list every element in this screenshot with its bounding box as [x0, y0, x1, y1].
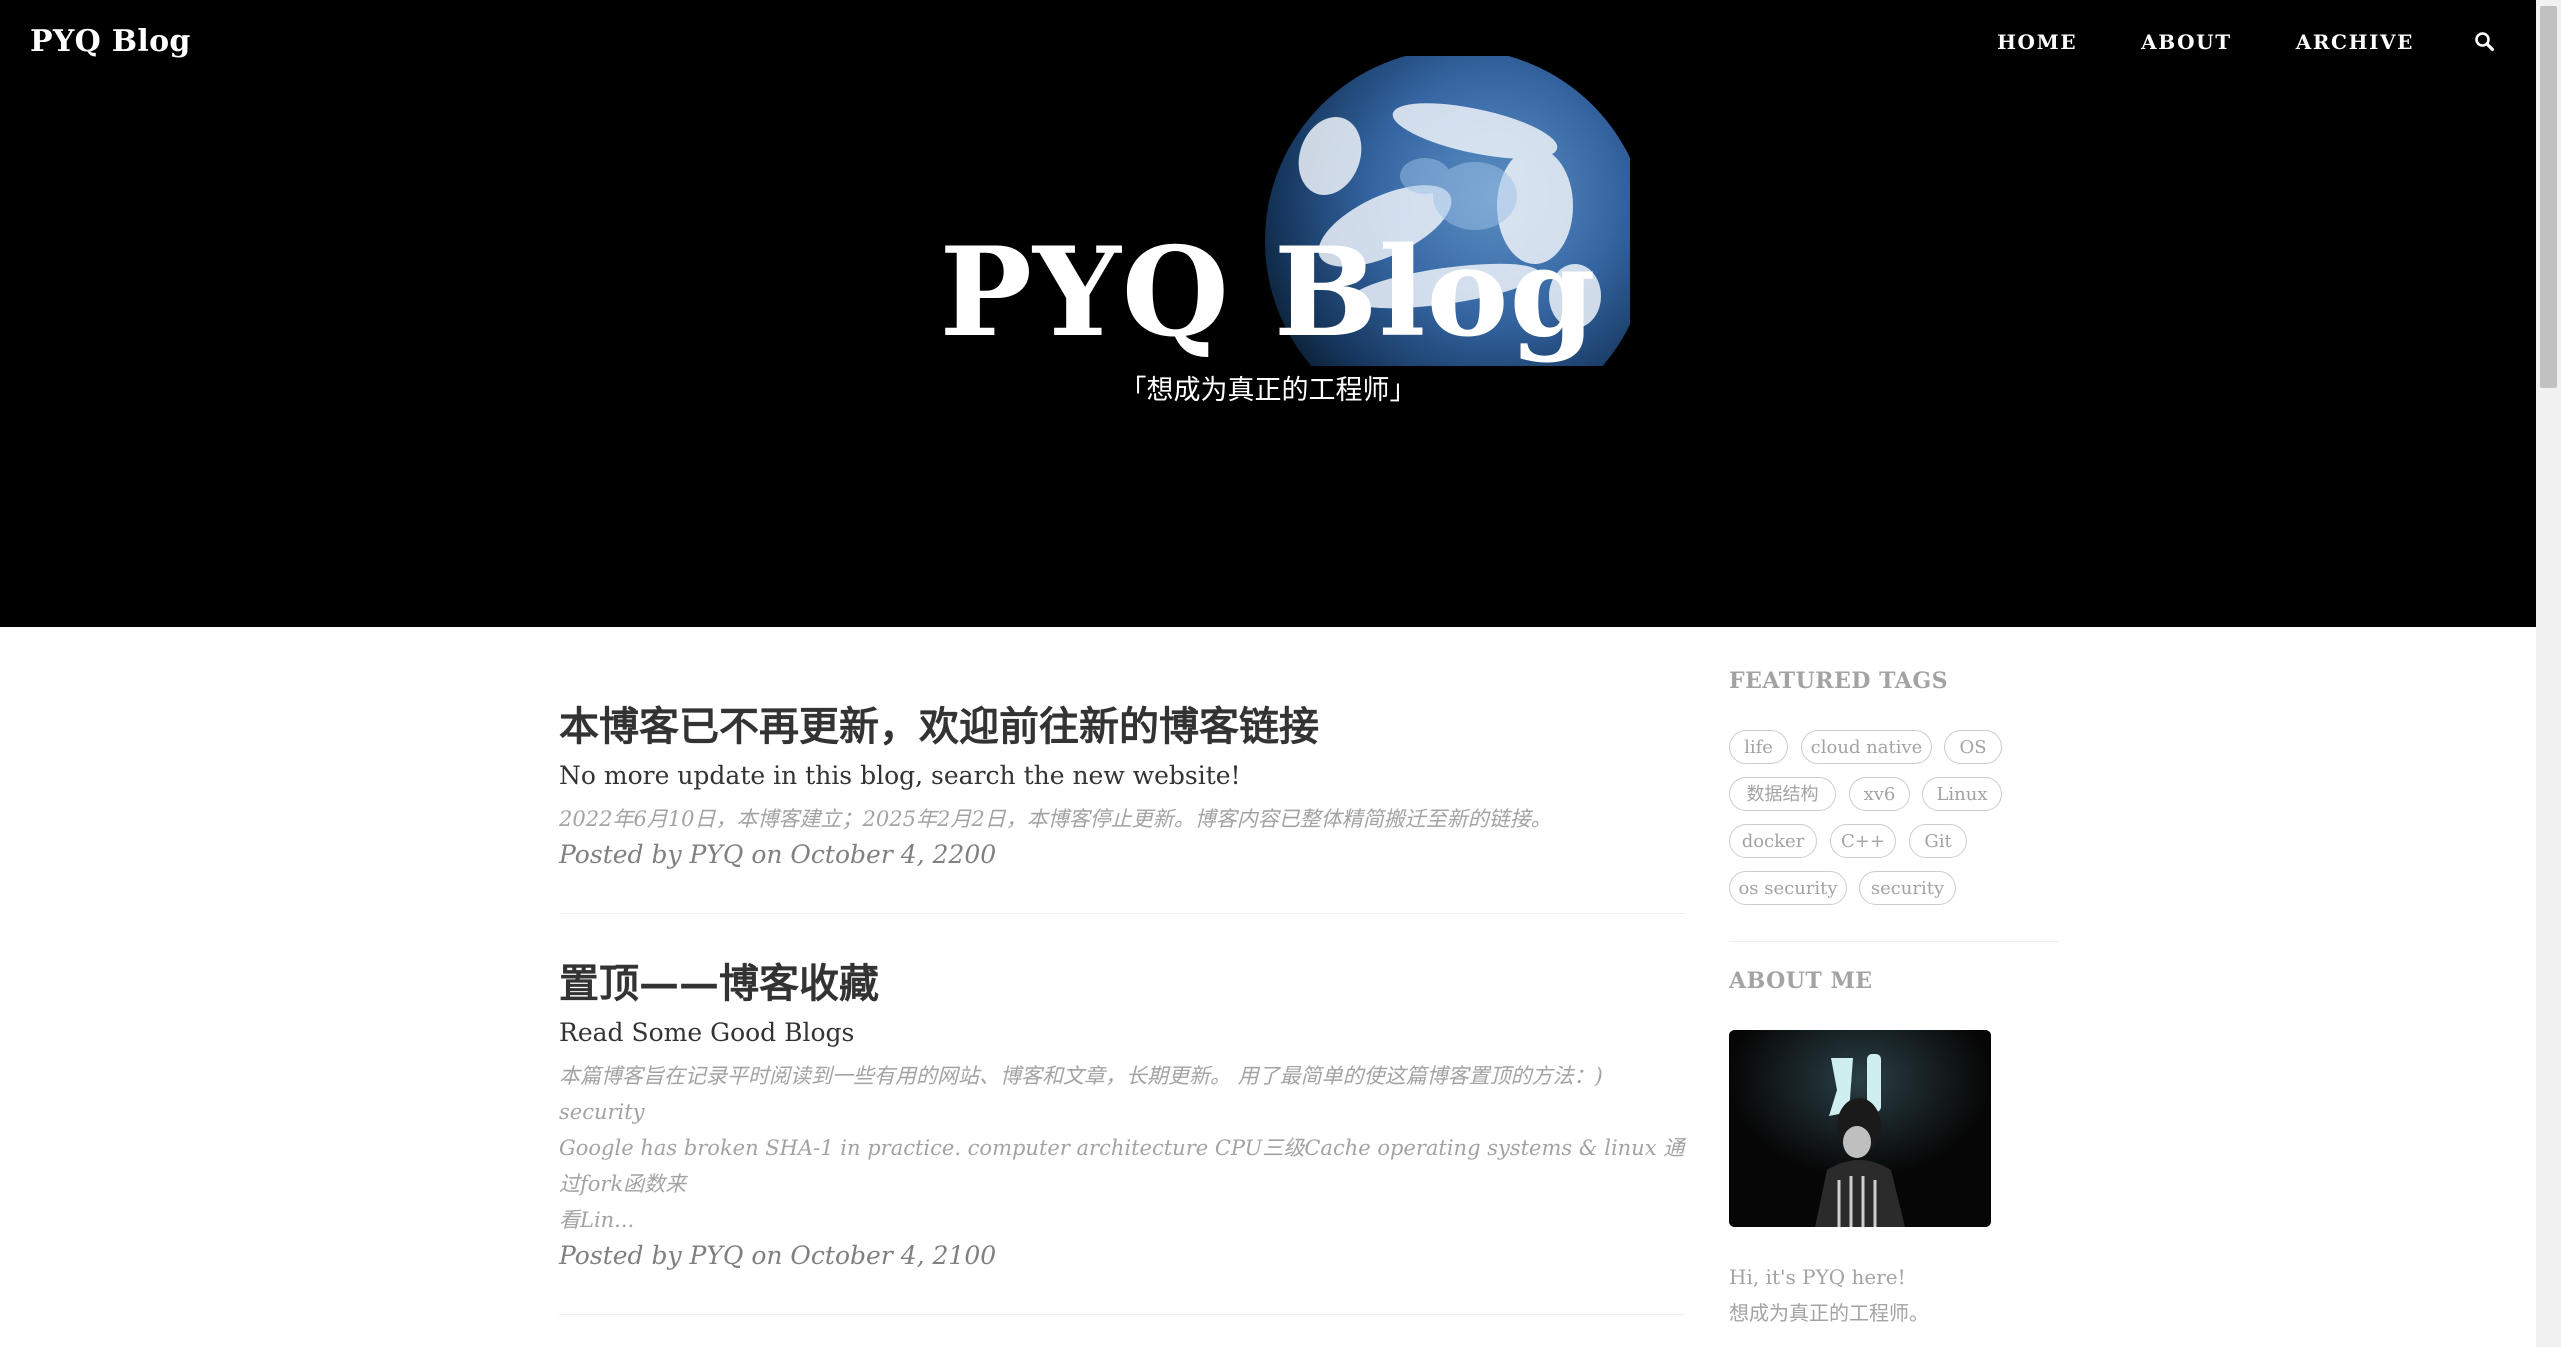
post-title[interactable]: 本博客已不再更新，欢迎前往新的博客链接 [559, 699, 1685, 755]
nav-about-link[interactable]: ABOUT [2141, 30, 2232, 54]
about-motto: 想成为真正的工程师。 [1729, 1301, 1929, 1325]
page-scrollbar[interactable] [2536, 0, 2561, 1347]
post-subtitle[interactable]: No more update in this blog, search the … [559, 759, 1685, 793]
tag-cpp[interactable]: C++ [1830, 824, 1896, 858]
post-preview: 本博客已不再更新，欢迎前往新的博客链接 No more update in th… [559, 627, 1685, 914]
tag-cloud-native[interactable]: cloud native [1801, 730, 1932, 764]
post-preview: 置顶——博客收藏 Read Some Good Blogs 本篇博客旨在记录平时… [559, 914, 1685, 1315]
about-greeting: Hi, it's PYQ here! [1729, 1265, 1906, 1289]
tag-life[interactable]: life [1729, 730, 1788, 764]
post-meta: Posted by PYQ on October 4, 2100 [559, 1241, 997, 1270]
post-excerpt: 2022年6月10日，本博客建立；2025年2月2日，本博客停止更新。博客内容已… [559, 807, 1552, 831]
nav-home-link[interactable]: HOME [1997, 30, 2077, 54]
tag-git[interactable]: Git [1909, 824, 1967, 858]
tag-data-structures[interactable]: 数据结构 [1729, 777, 1836, 811]
post-excerpt: 看Lin... [559, 1208, 635, 1232]
post-title[interactable]: 置顶——博客收藏 [559, 956, 1685, 1012]
site-brand-link[interactable]: PYQ Blog [30, 24, 191, 59]
site-title: PYQ Blog [939, 221, 1597, 365]
post-excerpt: 本篇博客旨在记录平时阅读到一些有用的网站、博客和文章，长期更新。 用了最简单的使… [559, 1064, 1603, 1124]
about-me-heading: ABOUT ME [1729, 968, 1873, 994]
featured-tags-heading: FEATURED TAGS [1729, 668, 1949, 694]
scrollbar-thumb[interactable] [2540, 6, 2557, 388]
tag-linux[interactable]: Linux [1922, 777, 2002, 811]
tag-os-security[interactable]: os security [1729, 871, 1847, 905]
nav-archive-link[interactable]: ARCHIVE [2296, 30, 2414, 54]
sidebar-divider [1729, 941, 2059, 942]
main-nav: HOME ABOUT ARCHIVE [1933, 30, 2496, 54]
search-icon[interactable] [2474, 31, 2496, 53]
site-header: PYQ Blog HOME ABOUT ARCHIVE PYQ Blog 「想成… [0, 0, 2536, 627]
post-meta: Posted by PYQ on October 4, 2200 [559, 840, 997, 869]
avatar [1729, 1030, 1991, 1227]
tag-os[interactable]: OS [1944, 730, 2002, 764]
site-subtitle: 「想成为真正的工程师」 [1119, 375, 1417, 406]
post-subtitle[interactable]: Read Some Good Blogs [559, 1016, 1685, 1050]
post-excerpt: Google has broken SHA-1 in practice. com… [559, 1136, 1685, 1196]
tag-security[interactable]: security [1859, 871, 1956, 905]
post-list: 本博客已不再更新，欢迎前往新的博客链接 No more update in th… [559, 627, 1685, 1315]
tag-xv6[interactable]: xv6 [1849, 777, 1910, 811]
tag-docker[interactable]: docker [1729, 824, 1817, 858]
